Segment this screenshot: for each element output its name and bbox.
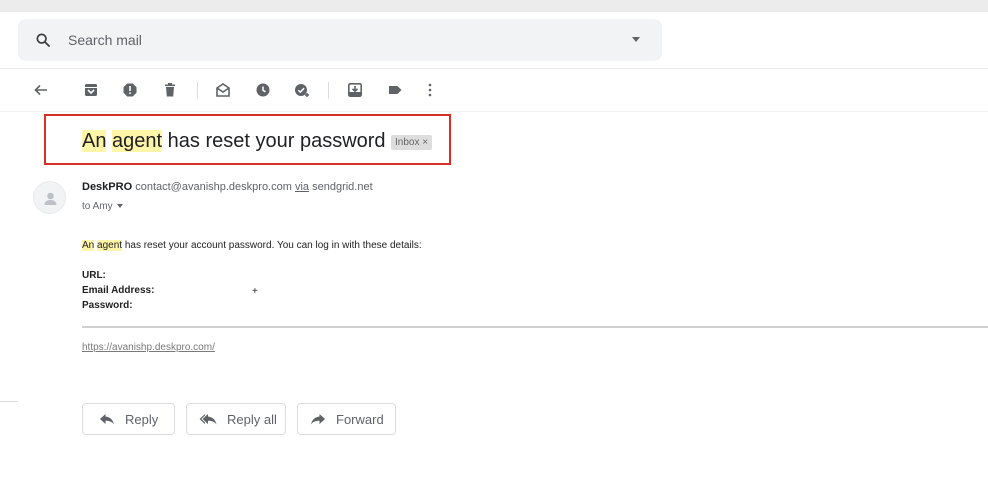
email-address-label: Email Address: [82,285,155,296]
search-input[interactable]: Search mail [68,32,142,48]
sender-email: contact@avanishp.deskpro.com [135,181,292,193]
reply-all-label: Reply all [227,411,277,427]
body-divider [82,326,988,328]
archive-icon[interactable] [82,81,100,99]
reply-button[interactable]: Reply [82,403,175,435]
toolbar-separator [197,82,198,99]
subject-highlight: An [82,130,107,152]
move-to-icon[interactable] [346,81,364,99]
more-icon[interactable] [421,81,439,99]
body-highlight: An [82,240,95,251]
mark-unread-icon[interactable] [214,81,232,99]
snooze-icon[interactable] [254,81,272,99]
subject-highlight: agent [112,130,163,152]
left-edge-line [0,401,18,402]
forward-label: Forward [336,411,384,427]
add-to-tasks-icon[interactable] [293,81,311,99]
delete-icon[interactable] [161,81,179,99]
reply-label: Reply [125,411,159,427]
recipient-text: to Amy [82,201,113,212]
body-highlight: agent [97,240,123,251]
back-arrow-icon[interactable] [32,81,50,99]
recipient-details-dropdown-icon[interactable] [116,204,123,209]
reply-icon [100,414,114,425]
body-text: has reset your account password. You can… [124,240,422,251]
reply-all-button[interactable]: Reply all [186,403,286,435]
recipient-line[interactable]: to Amy [82,201,123,212]
footer-link[interactable]: https://avanishp.deskpro.com/ [82,342,215,353]
inbox-label-badge[interactable]: Inbox × [391,135,433,150]
subject-text: has reset your password [167,130,386,152]
forward-button[interactable]: Forward [297,403,396,435]
password-label: Password: [82,300,133,311]
email-subject: An agent has reset your password [82,130,386,153]
search-bar[interactable]: Search mail [18,19,662,61]
sender-name[interactable]: DeskPRO [82,181,132,193]
top-strip [0,0,988,12]
sender-line: DeskPRO contact@avanishp.deskpro.com via… [82,181,373,193]
toolbar-separator [328,82,329,99]
toolbar-divider [0,111,988,112]
labels-icon[interactable] [386,81,404,99]
person-icon [44,192,57,205]
url-label: URL: [82,270,106,281]
header-divider [0,68,988,69]
body-paragraph: An agent has reset your account password… [82,240,422,251]
search-options-icon[interactable] [632,37,640,42]
avatar[interactable] [33,181,66,214]
via-domain: sendgrid.net [312,181,373,193]
report-spam-icon[interactable] [121,81,139,99]
via-link[interactable]: via [295,181,309,193]
email-address-plus: + [252,286,258,297]
reply-all-icon [199,414,217,425]
forward-icon [311,414,325,425]
search-icon[interactable] [35,32,51,48]
